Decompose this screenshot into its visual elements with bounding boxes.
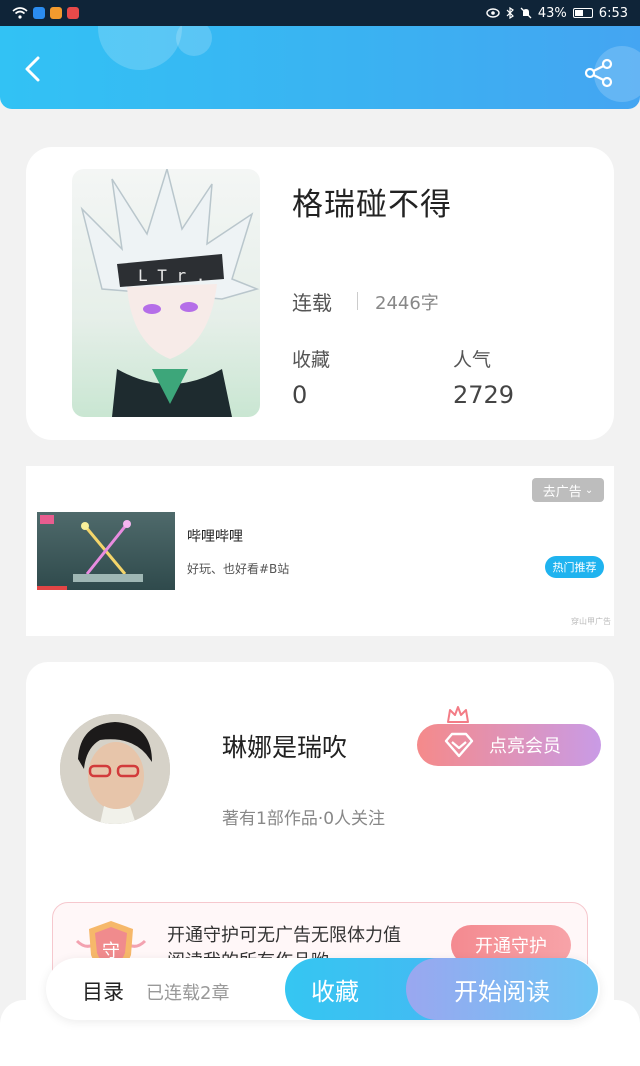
- hot-recommend-badge[interactable]: 热门推荐: [545, 556, 604, 578]
- wifi-icon: [12, 7, 28, 19]
- word-count: 2446字: [375, 293, 439, 314]
- favorites-label: 收藏: [292, 349, 331, 371]
- svg-text:L T r .: L T r .: [138, 266, 205, 285]
- eye-icon: [486, 8, 500, 18]
- bluetooth-icon: [506, 7, 514, 19]
- popularity-label: 人气: [453, 349, 492, 371]
- table-of-contents-button[interactable]: 目录: [82, 976, 124, 1006]
- ad-source: 穿山甲广告: [571, 617, 611, 626]
- ad-title[interactable]: 哔哩哔哩: [187, 526, 243, 546]
- app-notification-icon: [50, 7, 62, 19]
- remove-ads-button[interactable]: 去广告 ⌄: [532, 478, 604, 502]
- book-title: 格瑞碰不得: [292, 187, 452, 223]
- decorative-bubble: [98, 26, 182, 70]
- ad-banner[interactable]: 去广告 ⌄ 哔哩哔哩 好玩、也好看#B站 热门推荐 穿山甲广告: [26, 466, 614, 636]
- back-arrow-icon[interactable]: [18, 54, 48, 84]
- ad-description: 好玩、也好看#B站: [187, 562, 290, 576]
- popularity-count: 2729: [453, 381, 515, 409]
- battery-percent: 43%: [537, 5, 567, 21]
- cover-illustration: L T r .: [80, 169, 260, 417]
- chapter-count[interactable]: 已连载2章: [146, 979, 229, 1005]
- status-bar: 43% 6:53: [0, 0, 640, 26]
- chevron-down-icon: ⌄: [584, 484, 594, 496]
- battery-icon: [572, 8, 593, 18]
- ad-thumbnail-art: [37, 515, 143, 590]
- divider: [357, 292, 358, 310]
- book-info-card: L T r . 格瑞碰不得 连载 2446字 收藏 0 人气 2729: [26, 147, 614, 440]
- favorites-count: 0: [292, 381, 308, 409]
- book-cover-image[interactable]: L T r .: [72, 169, 260, 417]
- crown-icon: [447, 706, 469, 723]
- avatar[interactable]: [60, 714, 170, 824]
- author-stats: 著有1部作品·0人关注: [222, 809, 386, 829]
- top-header: [0, 26, 640, 109]
- author-name[interactable]: 琳娜是瑞吹: [222, 728, 347, 764]
- status-icons-right: 43% 6:53: [486, 6, 628, 21]
- diamond-icon: [444, 732, 474, 758]
- mute-icon: [520, 7, 532, 19]
- favorite-button-label: 收藏: [311, 977, 359, 1006]
- serial-status: 连载: [292, 291, 332, 315]
- share-icon[interactable]: [582, 56, 616, 90]
- decorative-bubble: [176, 26, 212, 56]
- ad-thumbnail[interactable]: [37, 512, 175, 590]
- app-notification-icon: [67, 7, 79, 19]
- avatar-photo: [60, 714, 170, 824]
- bottom-action-bar: 目录 已连载2章 收藏 开始阅读: [46, 958, 600, 1020]
- app-notification-icon: [33, 7, 45, 19]
- clock: 6:53: [598, 5, 628, 21]
- status-icons-left: [12, 7, 79, 19]
- start-reading-button[interactable]: 开始阅读: [406, 958, 598, 1020]
- remove-ads-label: 去广告: [542, 484, 582, 500]
- vip-button-label: 点亮会员: [489, 736, 561, 757]
